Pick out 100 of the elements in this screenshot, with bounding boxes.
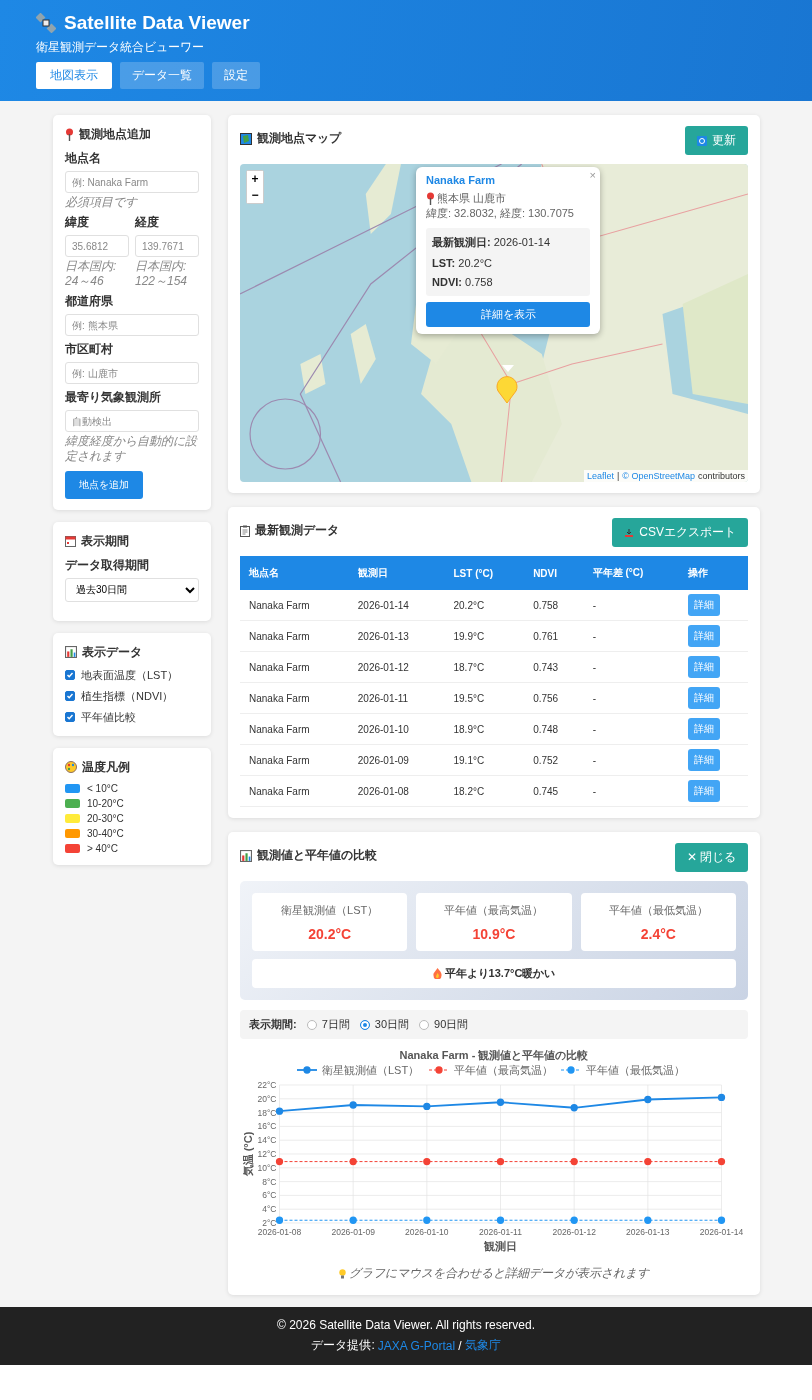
nav-tab[interactable]: 地図表示 <box>36 62 112 89</box>
show-details-button[interactable]: 詳細を表示 <box>426 302 590 327</box>
data-point[interactable] <box>496 1157 505 1166</box>
card-title: 観測地点マップ <box>257 130 341 147</box>
data-point[interactable] <box>717 1093 726 1102</box>
details-button[interactable]: 詳細 <box>687 687 720 709</box>
card-title: 観測地点追加 <box>79 126 151 143</box>
data-point[interactable] <box>349 1101 357 1109</box>
data-point[interactable] <box>644 1216 652 1224</box>
legend-marker-icon[interactable] <box>296 1066 318 1074</box>
legend-label[interactable]: 衛星観測値（LST） <box>322 1064 420 1076</box>
legend-marker-icon[interactable] <box>560 1066 582 1074</box>
popup-coordinates: 緯度: 32.8032, 経度: 130.7075 <box>426 206 575 221</box>
data-point[interactable] <box>349 1216 357 1224</box>
attribution-separator: | <box>616 471 620 481</box>
details-button[interactable]: 詳細 <box>687 780 720 802</box>
refresh-button[interactable]: 更新 <box>685 126 748 155</box>
attribution-link[interactable]: © OpenStreetMap <box>622 471 695 481</box>
input-field[interactable]: 例: 熊本県 <box>65 314 199 337</box>
table-cell: 2026-01-11 <box>348 682 445 714</box>
details-button[interactable]: 詳細 <box>687 749 720 771</box>
add-location-button[interactable]: 地点を追加 <box>65 470 143 499</box>
summary-text: 平年より13.7°C暖かい <box>444 966 556 981</box>
data-point[interactable] <box>717 1216 726 1224</box>
popup-title: Nanaka Farm <box>426 174 497 186</box>
csv-export-button[interactable]: CSVエクスポート <box>612 518 748 547</box>
close-button[interactable]: ✕ 閉じる <box>674 843 748 872</box>
checkbox-label[interactable]: 植生指標（NDVI） <box>81 688 174 704</box>
radio-button[interactable] <box>306 1019 317 1030</box>
legend-marker-icon[interactable] <box>428 1066 450 1074</box>
details-button[interactable]: 詳細 <box>687 656 720 678</box>
data-point[interactable] <box>275 1107 284 1115</box>
data-point[interactable] <box>570 1216 578 1224</box>
input-field[interactable]: 35.6812 <box>65 235 129 258</box>
radio-label[interactable]: 90日間 <box>434 1017 469 1032</box>
data-point[interactable] <box>275 1216 284 1224</box>
checkbox-label[interactable]: 地表面温度（LST） <box>81 667 179 683</box>
details-button[interactable]: 詳細 <box>687 718 720 740</box>
period-select[interactable]: 過去30日間 <box>65 577 199 602</box>
table-cell: Nanaka Farm <box>240 682 349 714</box>
y-axis-title: 気温 (°C) <box>241 1131 254 1177</box>
data-point[interactable] <box>423 1216 431 1224</box>
y-tick-label: 4°C <box>262 1204 277 1215</box>
checkbox[interactable] <box>65 691 75 702</box>
refresh-icon <box>697 135 707 146</box>
data-point[interactable] <box>570 1104 578 1112</box>
table-cell: Nanaka Farm <box>240 713 349 745</box>
nav-tab[interactable]: データ一覧 <box>120 62 204 89</box>
table-cell: 2026-01-14 <box>348 590 445 621</box>
data-point[interactable] <box>644 1157 652 1166</box>
stat-value: 10.9°C <box>472 926 516 942</box>
period-label: 表示期間: <box>249 1017 297 1032</box>
copyright-text: © 2026 Satellite Data Viewer. All rights reserved. <box>276 1318 536 1332</box>
nav-tab[interactable]: 設定 <box>212 62 260 89</box>
legend-label: < 10°C <box>87 782 118 794</box>
data-point[interactable] <box>570 1157 578 1166</box>
data-point[interactable] <box>496 1216 505 1224</box>
map-icon <box>240 132 252 145</box>
details-button[interactable]: 詳細 <box>687 625 720 647</box>
close-button[interactable]: × <box>589 169 596 181</box>
attribution-link[interactable]: Leaflet <box>586 471 614 481</box>
details-button[interactable]: 詳細 <box>687 594 720 616</box>
download-icon <box>624 527 635 538</box>
attribution-text: contributors <box>697 471 745 481</box>
data-point[interactable] <box>717 1157 726 1166</box>
input-field[interactable]: 139.7671 <box>135 235 199 258</box>
radio-label[interactable]: 30日間 <box>374 1017 410 1032</box>
app-subtitle: 衛星観測データ統合ビューワー <box>36 39 204 56</box>
column-header: 地点名 <box>240 556 349 590</box>
data-point[interactable] <box>423 1102 431 1111</box>
source-link[interactable]: 気象庁 <box>464 1337 501 1354</box>
input-field[interactable]: 自動検出 <box>65 410 199 433</box>
data-point[interactable] <box>275 1157 284 1166</box>
input-field[interactable]: 例: 山鹿市 <box>65 362 199 385</box>
y-tick-label: 6°C <box>262 1190 277 1201</box>
y-tick-label: 18°C <box>257 1107 277 1118</box>
table-cell: - <box>583 775 679 807</box>
table-cell: - <box>583 713 679 745</box>
data-point[interactable] <box>644 1095 652 1104</box>
pin-icon <box>426 192 435 205</box>
radio-button[interactable] <box>419 1019 430 1030</box>
checkbox[interactable] <box>65 712 75 723</box>
data-point[interactable] <box>423 1157 431 1166</box>
x-tick-label: 2026-01-10 <box>405 1227 449 1237</box>
table-cell: Nanaka Farm <box>240 651 349 683</box>
data-point[interactable] <box>349 1157 357 1166</box>
table-cell: Nanaka Farm <box>240 590 349 621</box>
checkbox[interactable] <box>65 670 75 681</box>
map-marker[interactable] <box>496 376 518 404</box>
y-tick-label: 2°C <box>262 1218 277 1228</box>
checkbox-label[interactable]: 平年値比較 <box>81 709 136 725</box>
source-link[interactable]: JAXA G-Portal <box>377 1338 456 1353</box>
stat-label: 平年値（最低気温） <box>608 903 708 918</box>
legend-label[interactable]: 平年値（最高気温） <box>454 1064 553 1076</box>
table-cell: - <box>583 590 679 621</box>
radio-label[interactable]: 7日間 <box>321 1017 350 1032</box>
legend-label[interactable]: 平年値（最低気温） <box>586 1064 685 1076</box>
radio-button[interactable] <box>359 1019 370 1030</box>
data-point[interactable] <box>496 1098 505 1106</box>
input-field[interactable]: 例: Nanaka Farm <box>65 171 199 193</box>
